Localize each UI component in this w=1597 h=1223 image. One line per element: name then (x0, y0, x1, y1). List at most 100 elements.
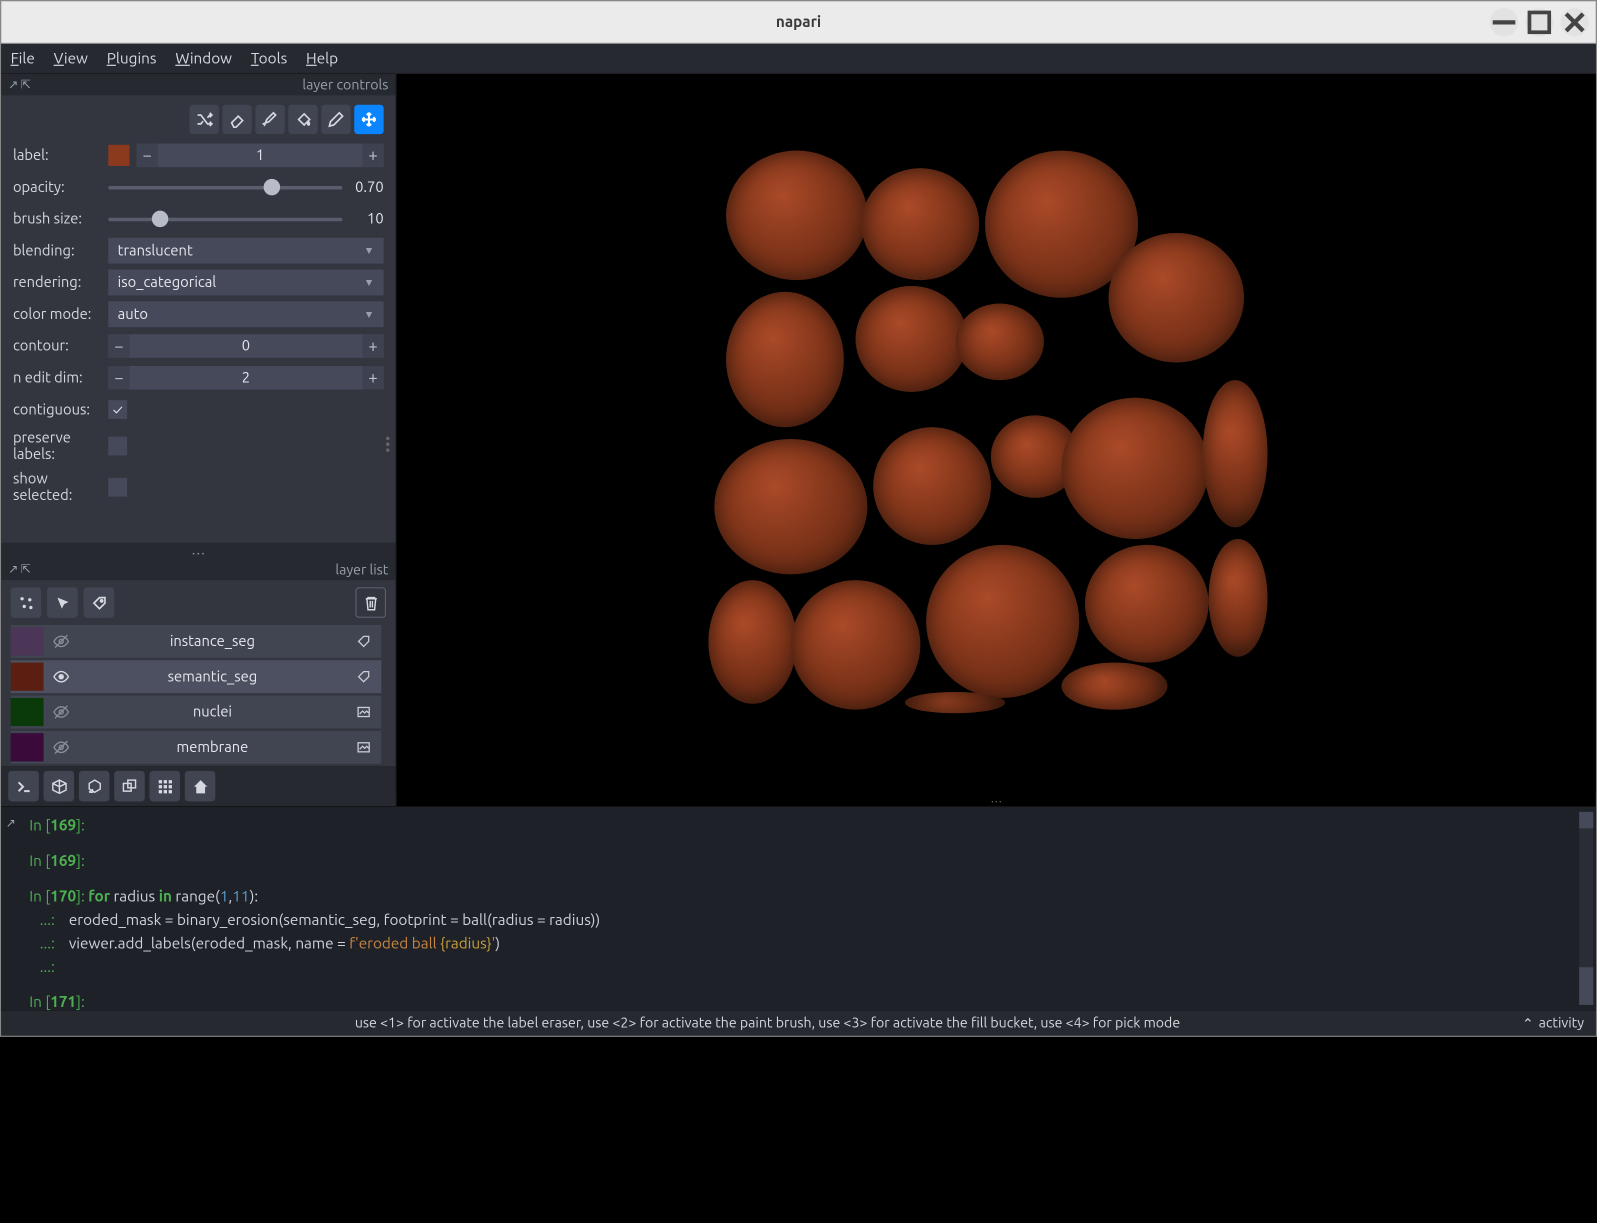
menu-file[interactable]: File (11, 50, 35, 66)
grid-button[interactable] (149, 771, 180, 802)
preserve-labels-checkbox[interactable] (108, 437, 127, 456)
layer-list-header: ↗ ⇱ layer list (1, 559, 395, 580)
new-shapes-button[interactable] (47, 587, 78, 618)
viewer-buttons (1, 766, 395, 806)
statusbar: use <1> for activate the label eraser, u… (1, 1010, 1596, 1036)
menu-plugins[interactable]: Plugins (107, 50, 157, 66)
opacity-value: 0.70 (350, 179, 384, 195)
nedit-increment[interactable]: + (362, 366, 383, 390)
titlebar: napari (1, 1, 1596, 43)
new-points-button[interactable] (11, 587, 42, 618)
visibility-toggle[interactable] (51, 704, 72, 720)
viewer-canvas[interactable] (397, 74, 1596, 792)
contiguous-checkbox[interactable] (108, 400, 127, 419)
fill-tool[interactable] (288, 105, 317, 134)
label-value: 1 (158, 147, 363, 163)
layer-controls-header: ↗ ⇱ layer controls (1, 74, 395, 95)
color-mode-label: color mode: (13, 306, 101, 322)
brush-size-value: 10 (350, 211, 384, 227)
visibility-toggle[interactable] (51, 633, 72, 649)
activity-button[interactable]: ⌃ activity (1522, 1015, 1584, 1031)
layer-controls-title: layer controls (302, 77, 388, 92)
layer-thumbnail (11, 627, 44, 655)
show-selected-label: show selected: (13, 471, 101, 504)
close-button[interactable] (1561, 8, 1589, 36)
layer-thumbnail (11, 733, 44, 761)
contiguous-label: contiguous: (13, 401, 101, 417)
label-increment[interactable]: + (362, 144, 383, 168)
color-mode-select[interactable]: auto (108, 301, 383, 327)
maximize-button[interactable] (1525, 8, 1553, 36)
rendering-label: rendering: (13, 274, 101, 290)
new-labels-button[interactable] (84, 587, 115, 618)
layer-controls-panel: label: − 1 + opacity: 0.70 (1, 95, 395, 542)
layer-name: semantic_seg (79, 668, 346, 684)
menubar: File View Plugins Window Tools Help (1, 44, 1596, 75)
popout-icon[interactable]: ↗ (6, 812, 16, 836)
scrollbar-thumb[interactable] (1579, 967, 1593, 1005)
layer-name: instance_seg (79, 633, 346, 649)
label-color-swatch[interactable] (108, 145, 129, 166)
rendering-select[interactable]: iso_categorical (108, 270, 383, 296)
pan-zoom-tool[interactable] (354, 105, 383, 134)
label-label: label: (13, 147, 101, 163)
contour-value: 0 (129, 338, 362, 354)
layer-type-icon (353, 740, 374, 754)
nedit-decrement[interactable]: − (108, 366, 129, 390)
contour-spinbox[interactable]: − 0 + (108, 334, 383, 358)
picker-tool[interactable] (321, 105, 350, 134)
status-hint: use <1> for activate the label eraser, u… (13, 1016, 1522, 1031)
transpose-button[interactable] (114, 771, 145, 802)
preserve-labels-label: preserve labels: (13, 430, 101, 463)
layer-row[interactable]: semantic_seg (11, 660, 382, 693)
layer-list-panel: instance_seg semantic_segnuclei membrane (1, 580, 395, 766)
contour-increment[interactable]: + (362, 334, 383, 358)
menu-view[interactable]: View (54, 50, 88, 66)
brush-size-label: brush size: (13, 211, 101, 227)
opacity-slider[interactable]: 0.70 (108, 175, 383, 199)
delete-layer-button[interactable] (355, 587, 386, 618)
scrollbar-thumb[interactable] (1579, 812, 1593, 828)
layer-list-title: layer list (335, 562, 388, 577)
popout-icon[interactable]: ↗ ⇱ (8, 563, 30, 577)
n-edit-dim-label: n edit dim: (13, 370, 101, 386)
menu-help[interactable]: Help (306, 50, 338, 66)
contour-label: contour: (13, 338, 101, 354)
minimize-button[interactable] (1490, 8, 1518, 36)
label-decrement[interactable]: − (137, 144, 158, 168)
menu-tools[interactable]: Tools (251, 50, 287, 66)
layer-row[interactable]: membrane (11, 731, 382, 764)
layer-row[interactable]: instance_seg (11, 625, 382, 658)
visibility-toggle[interactable] (51, 739, 72, 755)
layer-type-icon (353, 705, 374, 719)
ipython-console[interactable]: ↗ In [169]: In [169]: In [170]: for radi… (1, 806, 1596, 1010)
roll-button[interactable] (79, 771, 110, 802)
layer-name: nuclei (79, 704, 346, 720)
menu-window[interactable]: Window (175, 50, 232, 66)
shuffle-tool[interactable] (189, 105, 218, 134)
show-selected-checkbox[interactable] (108, 478, 127, 497)
visibility-toggle[interactable] (51, 668, 72, 684)
opacity-label: opacity: (13, 179, 101, 195)
blending-select[interactable]: translucent (108, 238, 383, 264)
nedit-value: 2 (129, 370, 362, 386)
label-spinbox[interactable]: − 1 + (137, 144, 384, 168)
canvas-splitter[interactable]: … (397, 792, 1596, 806)
paint-tool[interactable] (255, 105, 284, 134)
brush-size-slider[interactable]: 10 (108, 207, 383, 231)
console-button[interactable] (8, 771, 39, 802)
layer-name: membrane (79, 739, 346, 755)
n-edit-dim-spinbox[interactable]: − 2 + (108, 366, 383, 390)
chevron-up-icon: ⌃ (1522, 1015, 1534, 1031)
layer-thumbnail (11, 698, 44, 726)
contour-decrement[interactable]: − (108, 334, 129, 358)
panel-splitter[interactable]: … (1, 543, 395, 559)
layer-type-icon (353, 670, 374, 684)
home-button[interactable] (185, 771, 216, 802)
layer-row[interactable]: nuclei (11, 696, 382, 729)
ndisplay-button[interactable] (44, 771, 75, 802)
eraser-tool[interactable] (222, 105, 251, 134)
popout-icon[interactable]: ↗ ⇱ (8, 78, 30, 92)
layer-type-icon (353, 634, 374, 648)
window-title: napari (776, 14, 821, 30)
